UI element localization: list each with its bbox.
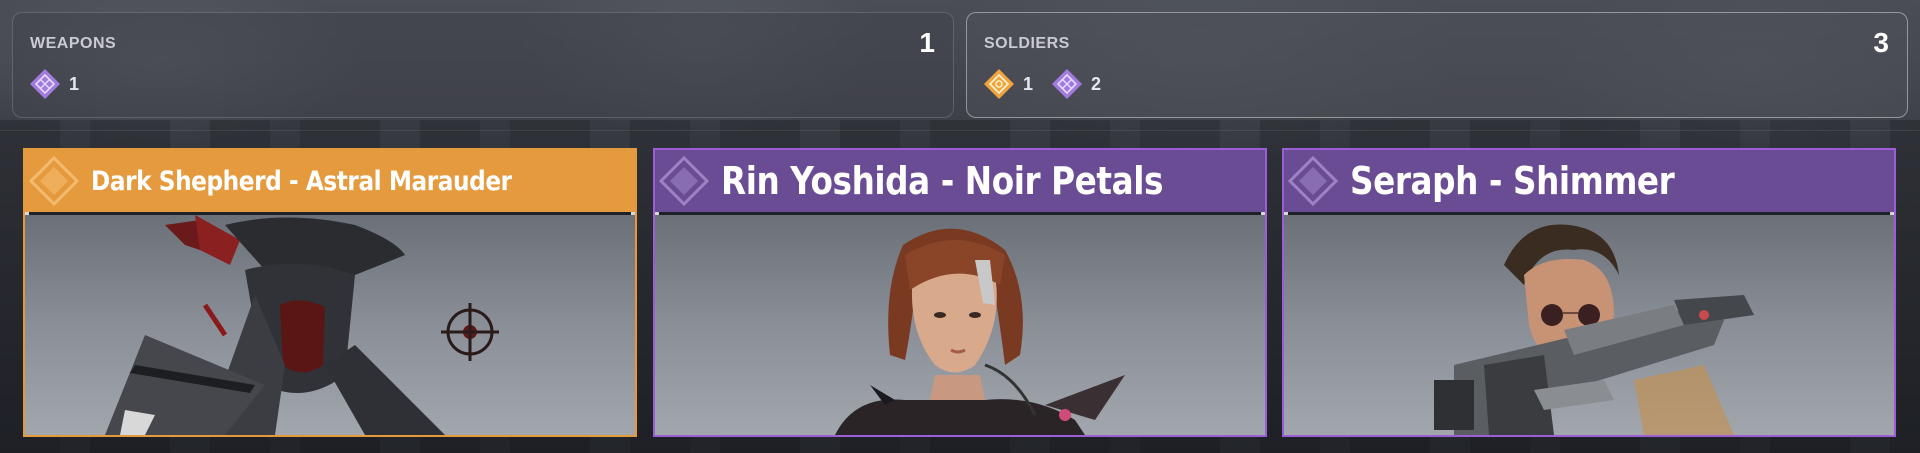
soldiers-epic-count: 2: [1091, 73, 1102, 94]
card-header: Seraph - Shimmer: [1284, 150, 1894, 212]
soldiers-title: SOLDIERS: [984, 35, 1070, 52]
rarity-gem-icon: [1288, 156, 1338, 206]
soldiers-epic-rarity: 2: [1051, 68, 1101, 100]
rarity-gem-icon: [29, 156, 79, 206]
legendary-gem-icon: [984, 69, 1014, 99]
soldiers-legendary-rarity: 1: [983, 68, 1033, 100]
weapons-rarity-row: 1: [29, 68, 97, 100]
red-haired-woman-icon: [835, 228, 1125, 435]
card-header: Dark Shepherd - Astral Marauder: [25, 150, 635, 212]
weapons-count: 1: [919, 27, 935, 58]
weapons-title: WEAPONS: [30, 35, 117, 52]
weapons-epic-count: 1: [69, 73, 80, 94]
armored-soldier-icon: [105, 215, 499, 435]
card-name: Dark Shepherd - Astral Marauder: [91, 165, 512, 197]
card-header: Rin Yoshida - Noir Petals: [655, 150, 1265, 212]
epic-gem-icon: [1052, 69, 1083, 99]
soldier-portrait-image: [1284, 215, 1894, 435]
weapons-summary-panel[interactable]: WEAPONS 1 1: [12, 12, 954, 118]
soldier-card-seraph[interactable]: Seraph - Shimmer: [1282, 148, 1896, 437]
card-name: Rin Yoshida - Noir Petals: [721, 159, 1163, 203]
section-divider: [0, 130, 1920, 131]
soldier-card-dark-shepherd[interactable]: Dark Shepherd - Astral Marauder: [23, 148, 637, 437]
soldier-portrait-image: [655, 215, 1265, 435]
card-name: Seraph - Shimmer: [1350, 159, 1675, 203]
soldier-card-rin-yoshida[interactable]: Rin Yoshida - Noir Petals: [653, 148, 1267, 437]
sunglasses-soldier-icon: [1434, 224, 1754, 435]
soldiers-rarity-row: 1 2: [983, 68, 1119, 100]
epic-gem-icon: [30, 69, 60, 99]
soldiers-summary-panel[interactable]: SOLDIERS 3 1 2: [966, 12, 1908, 118]
weapons-epic-rarity: 1: [29, 68, 79, 100]
soldier-portrait-image: [25, 215, 635, 435]
rarity-gem-icon: [659, 156, 709, 206]
soldiers-count: 3: [1873, 27, 1889, 58]
soldiers-legendary-count: 1: [1023, 73, 1034, 94]
